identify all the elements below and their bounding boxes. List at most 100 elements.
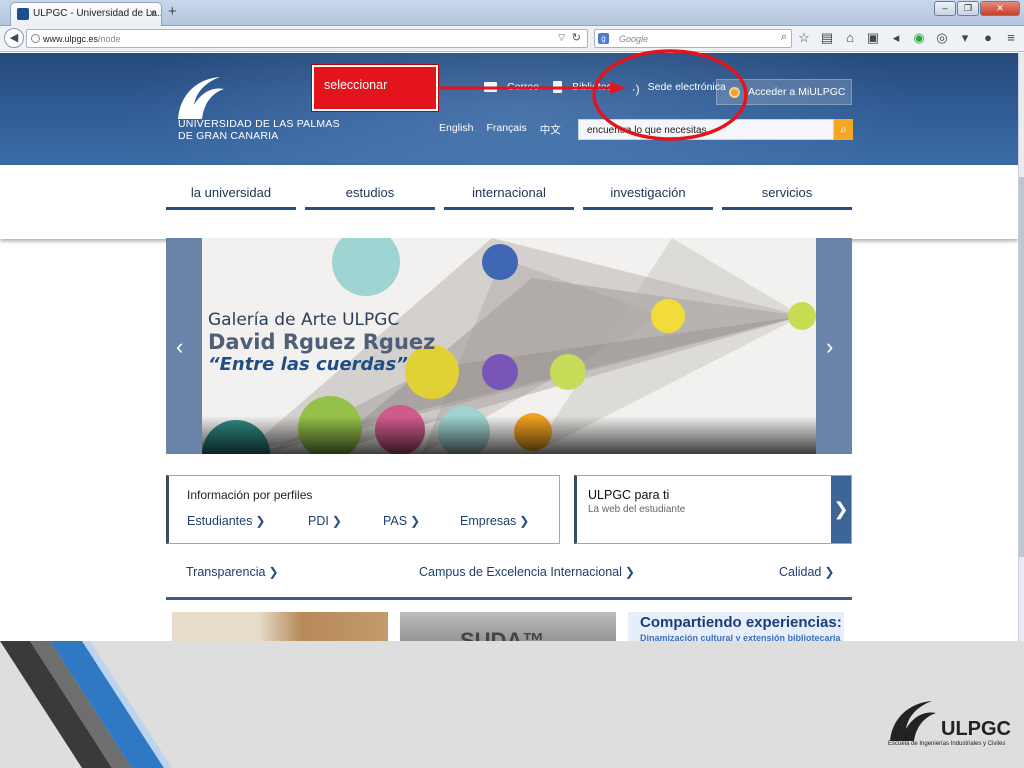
suda-logo-text: SUDA™	[460, 628, 545, 641]
profiles-box: Información por perfiles Estudiantes ❯ PD…	[166, 475, 560, 544]
campus-label: Campus de Excelencia Internacional	[419, 565, 622, 579]
hero-carousel: Galería de Arte ULPGC David Rguez Rguez …	[166, 238, 852, 454]
language-links: English Français 中文	[439, 122, 561, 137]
nav-investigacion[interactable]: investigación	[583, 185, 713, 210]
footer-stripes	[0, 641, 172, 768]
university-name[interactable]: UNIVERSIDAD DE LAS PALMAS DE GRAN CANARI…	[178, 118, 340, 142]
lang-francais[interactable]: Français	[486, 122, 526, 137]
addon-green-icon[interactable]: ◉	[911, 30, 927, 46]
annotation-label-box: seleccionar	[311, 64, 439, 112]
page-scrollbar[interactable]	[1018, 53, 1024, 641]
close-window-button[interactable]: ✕	[980, 1, 1020, 16]
lang-english[interactable]: English	[439, 122, 473, 137]
chevron-right-icon: ❯	[824, 565, 835, 579]
pas-label: PAS	[383, 514, 408, 528]
carousel-slide[interactable]: Galería de Arte ULPGC David Rguez Rguez …	[202, 238, 816, 454]
google-engine-icon[interactable]: g	[598, 33, 609, 44]
chevron-right-icon: ❯	[331, 514, 342, 528]
estudiantes-label: Estudiantes	[187, 514, 253, 528]
search-magnifier-icon[interactable]: ⌕	[781, 31, 787, 44]
carousel-prev-chevron-icon[interactable]: ‹	[176, 334, 183, 360]
ulpgc-logo-icon[interactable]	[174, 75, 226, 121]
browser-toolbar: ☆ ▤ ⌂ ▣ ◂ ◉ ◎ ▾ ● ≡	[796, 30, 1019, 46]
home-icon[interactable]: ⌂	[842, 30, 858, 46]
search-placeholder: Google	[619, 34, 649, 44]
slide-fade	[202, 416, 816, 454]
slide-title-line2: David Rguez Rguez	[208, 330, 436, 354]
nav-estudios[interactable]: estudios	[305, 185, 435, 210]
profiles-title: Información por perfiles	[187, 488, 313, 502]
nav-internacional[interactable]: internacional	[444, 185, 574, 210]
transparencia-label: Transparencia	[186, 565, 266, 579]
thumbnail-building[interactable]	[172, 612, 388, 641]
profile-estudiantes-link[interactable]: Estudiantes ❯	[187, 514, 265, 528]
scrollbar-thumb[interactable]	[1019, 177, 1024, 557]
chevron-right-icon: ❯	[255, 514, 266, 528]
biblioteca-label: Biblioteca	[572, 81, 618, 93]
bookmarks-list-icon[interactable]: ▤	[819, 30, 835, 46]
nav-servicios[interactable]: servicios	[722, 185, 852, 210]
ulpgc-para-ti-subtitle: La web del estudiante	[588, 504, 686, 515]
lang-chinese[interactable]: 中文	[540, 122, 561, 137]
new-tab-button[interactable]: +	[168, 3, 177, 20]
main-navigation: la universidad estudios internacional in…	[0, 165, 1018, 239]
pdi-label: PDI	[308, 514, 329, 528]
profile-pdi-link[interactable]: PDI ❯	[308, 514, 342, 528]
browser-titlebar: ULPGC - Universidad de La... × + – ❐ ✕	[0, 0, 1024, 26]
wifi-signal-icon: ·)	[631, 82, 640, 96]
slide-title-line1: Galería de Arte ULPGC	[208, 310, 400, 330]
slide-title-line3: “Entre las cuerdas”	[208, 354, 408, 375]
acceder-miulpgc-button[interactable]: Acceder a MiULPGC	[716, 79, 852, 105]
footer-ulpgc-logo-icon	[890, 701, 936, 741]
minimize-button[interactable]: –	[934, 1, 956, 16]
sede-electronica-link[interactable]: ·) Sede electrónica	[631, 81, 726, 96]
back-arrow-icon[interactable]: ◀	[4, 28, 24, 48]
calidad-label: Calidad	[779, 565, 822, 579]
logo-line1: UNIVERSIDAD DE LAS PALMAS	[178, 118, 340, 130]
presentation-footer: ULPGC Escuela de Ingenierías Industriale…	[0, 641, 1024, 768]
chat-icon[interactable]: ●	[980, 30, 996, 46]
nav-la-universidad[interactable]: la universidad	[166, 185, 296, 210]
profile-empresas-link[interactable]: Empresas ❯	[460, 514, 529, 528]
thumbnail-compartiendo[interactable]: Compartiendo experiencias: Dinamización …	[628, 612, 844, 641]
correo-link[interactable]: Correo	[484, 81, 539, 93]
profile-pas-link[interactable]: PAS ❯	[383, 514, 420, 528]
maximize-button[interactable]: ❐	[957, 1, 979, 16]
site-search-input[interactable]: encuentra lo que necesitas	[578, 119, 834, 140]
user-dot-icon	[729, 87, 740, 98]
calidad-link[interactable]: Calidad ❯	[779, 565, 834, 579]
dropdown-icon[interactable]: ▾	[957, 30, 973, 46]
site-search-button[interactable]: ⌕	[834, 119, 853, 140]
reload-icon[interactable]: ↻	[572, 31, 581, 44]
share-icon[interactable]: ◂	[888, 30, 904, 46]
mail-icon	[484, 82, 497, 92]
tab-close-icon[interactable]: ×	[149, 6, 156, 20]
menu-icon[interactable]: ≡	[1003, 30, 1019, 46]
address-bar[interactable]: www.ulpgc.es/node ▽ ↻	[26, 29, 588, 48]
addon-eye-icon[interactable]: ◎	[934, 30, 950, 46]
transparencia-link[interactable]: Transparencia ❯	[186, 565, 279, 579]
browser-tab[interactable]: ULPGC - Universidad de La... ×	[10, 2, 162, 26]
biblioteca-link[interactable]: Biblioteca	[553, 81, 618, 93]
chevron-right-icon[interactable]: ❯	[831, 476, 851, 543]
url-dropdown-icon[interactable]: ▽	[558, 32, 565, 43]
empresas-label: Empresas	[460, 514, 517, 528]
url-path: /node	[98, 34, 121, 44]
thumbnail-suda[interactable]: SUDA™	[400, 612, 616, 641]
chevron-right-icon: ❯	[624, 565, 635, 579]
ulpgc-para-ti-title: ULPGC para ti	[588, 488, 670, 502]
ulpgc-favicon-icon	[17, 8, 29, 20]
ulpgc-para-ti-box[interactable]: ULPGC para ti La web del estudiante ❯	[574, 475, 852, 544]
browser-navbar: ◀ www.ulpgc.es/node ▽ ↻ g Google ⌕ ☆ ▤ ⌂…	[0, 26, 1024, 52]
campus-excelencia-link[interactable]: Campus de Excelencia Internacional ❯	[419, 565, 635, 579]
screenshot-icon[interactable]: ▣	[865, 30, 881, 46]
carousel-next-chevron-icon[interactable]: ›	[826, 334, 833, 360]
footer-logo-text: ULPGC	[941, 718, 1011, 740]
chevron-right-icon: ❯	[268, 565, 279, 579]
compartiendo-subtitle: Dinamización cultural y extensión biblio…	[640, 633, 841, 641]
bookmark-star-icon[interactable]: ☆	[796, 30, 812, 46]
book-icon	[553, 81, 563, 93]
browser-search-input[interactable]: g Google ⌕	[594, 29, 792, 48]
chevron-right-icon: ❯	[410, 514, 421, 528]
header-glow	[120, 53, 920, 165]
